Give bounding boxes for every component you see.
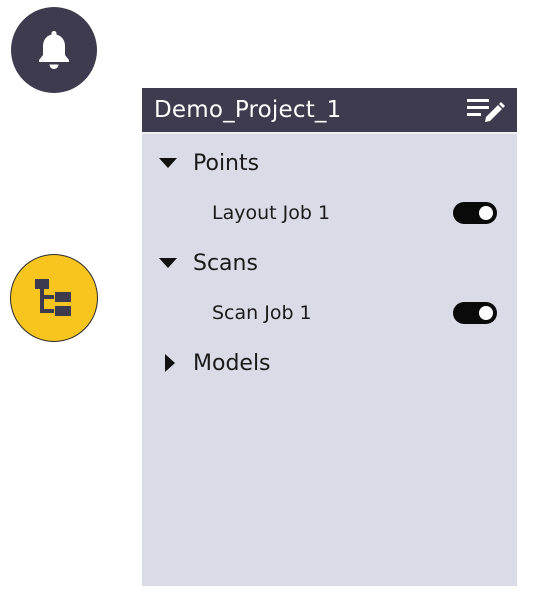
edit-list-button[interactable] [465, 96, 507, 126]
tree-view-button[interactable] [11, 255, 97, 341]
tree-item-label: Scan Job 1 [212, 302, 312, 324]
tree-group-label: Scans [193, 250, 258, 276]
visibility-toggle[interactable] [453, 202, 497, 224]
visibility-toggle[interactable] [453, 302, 497, 324]
project-title: Demo_Project_1 [154, 97, 342, 123]
notifications-button[interactable] [11, 7, 97, 93]
caret-right-icon[interactable] [160, 353, 180, 373]
panel-header: Demo_Project_1 [142, 88, 517, 134]
bell-icon [39, 31, 69, 69]
tree-item-layout-job[interactable]: Layout Job 1 [142, 193, 517, 233]
tree-group-models[interactable]: Models [142, 343, 517, 383]
tree-group-label: Points [193, 150, 260, 176]
app-root: Demo_Project_1 Points Layout Job 1 Scans… [0, 0, 537, 609]
tree-group-scans[interactable]: Scans [142, 243, 517, 283]
edit-list-icon [467, 99, 505, 122]
tree-group-points[interactable]: Points [142, 143, 517, 183]
toggle-knob [479, 306, 493, 320]
caret-down-icon[interactable] [158, 153, 178, 173]
caret-down-icon[interactable] [158, 253, 178, 273]
project-panel: Demo_Project_1 Points Layout Job 1 Scans… [142, 88, 517, 586]
tree-item-label: Layout Job 1 [212, 202, 331, 224]
hierarchy-tree-icon [35, 279, 71, 316]
tree-item-scan-job[interactable]: Scan Job 1 [142, 293, 517, 333]
toggle-knob [479, 206, 493, 220]
tree-group-label: Models [193, 350, 271, 376]
